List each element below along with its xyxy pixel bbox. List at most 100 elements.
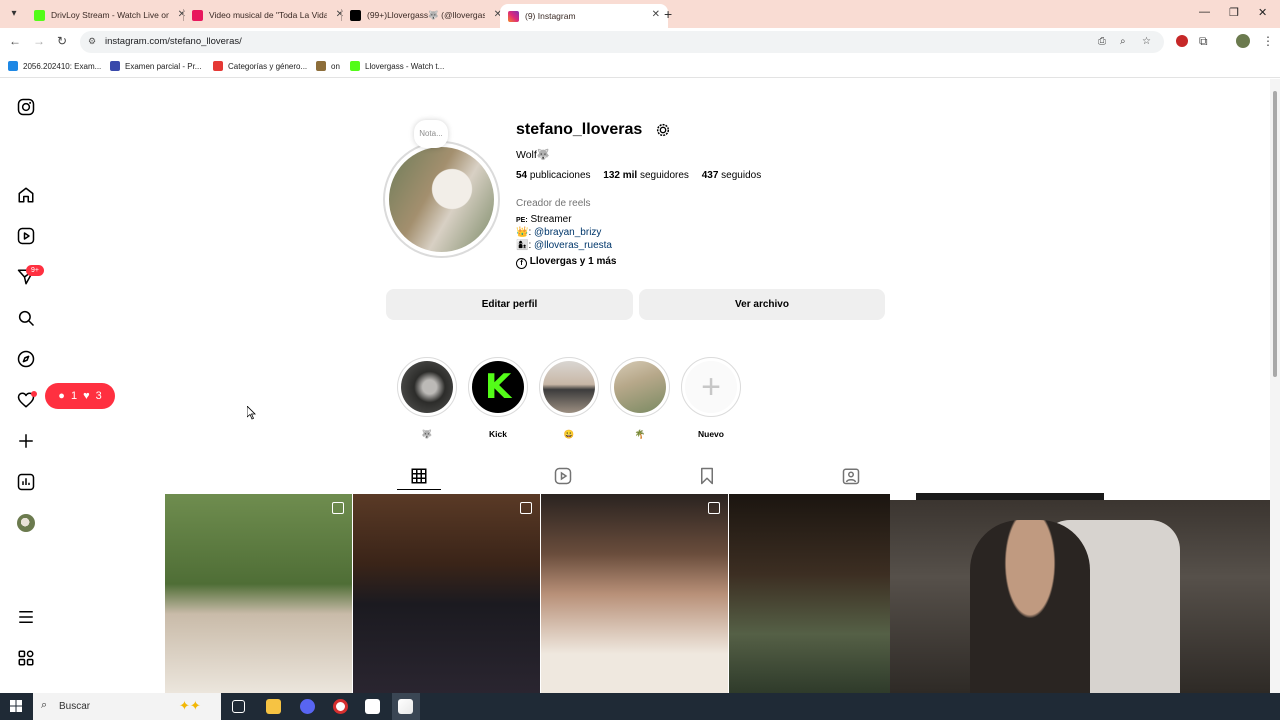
reload-icon[interactable]: ↻	[57, 34, 67, 48]
profile-photo	[389, 147, 494, 252]
webcam-overlay	[890, 500, 1280, 693]
capcut-icon[interactable]	[365, 699, 380, 714]
zoom-icon[interactable]: ⌕	[1120, 36, 1126, 47]
followers-label: seguidores	[640, 170, 689, 181]
sidebar-nav: 9+ ● 1 ♥ 3	[0, 79, 115, 693]
settings-gear-icon[interactable]	[655, 122, 671, 138]
bio-flag-label: PE:	[516, 217, 528, 224]
bookmark-item[interactable]: 2056.202410: Exam...	[8, 61, 101, 71]
restore-icon[interactable]: ❐	[1229, 6, 1239, 19]
bookmark-favicon-icon	[350, 61, 360, 71]
highlight-label: Nuevo	[698, 429, 724, 439]
tab-title: (9) Instagram	[525, 11, 576, 21]
site-info-icon[interactable]: ⚙	[88, 36, 99, 47]
insights-chart-icon[interactable]	[17, 473, 35, 491]
forward-icon[interactable]: →	[33, 34, 45, 48]
kick-favicon-icon	[34, 9, 45, 21]
address-bar[interactable]: ⚙ instagram.com/stefano_lloveras/ ⎙ ⌕ ☆	[80, 31, 1164, 53]
posts-stat: 54 publicaciones	[516, 170, 591, 181]
bookmark-item[interactable]: on	[316, 61, 340, 71]
activity-popup[interactable]: ● 1 ♥ 3	[45, 383, 115, 409]
bookmark-item[interactable]: Categorías y género...	[213, 61, 307, 71]
view-archive-button[interactable]: Ver archivo	[639, 289, 885, 320]
bio-line: 👩‍👦: @lloveras_ruesta	[516, 240, 612, 251]
tagged-icon[interactable]	[842, 467, 860, 485]
scrollbar-thumb[interactable]	[1273, 91, 1277, 377]
reels-tab-icon[interactable]	[554, 467, 572, 485]
task-view-icon[interactable]	[232, 700, 245, 713]
hamburger-menu-icon[interactable]	[17, 608, 35, 626]
story-highlight[interactable]: 😀	[539, 357, 599, 440]
explore-compass-icon[interactable]	[17, 350, 35, 368]
taskbar-search[interactable]: ⌕ Buscar ✦✦	[33, 693, 221, 720]
browser-tab[interactable]: DrivLoy Stream - Watch Live on ✕	[26, 4, 194, 26]
following-count: 437	[701, 170, 719, 181]
obs-icon[interactable]	[333, 699, 348, 714]
posts-label: publicaciones	[529, 170, 591, 181]
active-tab-indicator	[397, 489, 441, 490]
browser-tab-active[interactable]: (9) Instagram ✕	[500, 4, 668, 28]
instagram-logo-icon[interactable]	[17, 98, 35, 116]
mouse-cursor-icon	[247, 406, 256, 420]
bookmark-item[interactable]: Llovergass - Watch t...	[350, 61, 444, 71]
instagram-page: 9+ ● 1 ♥ 3 Nota... stefano_lloveras Wolf…	[0, 79, 1280, 694]
browser-app-icon[interactable]	[398, 699, 413, 714]
highlight-cover	[543, 361, 595, 413]
story-highlight[interactable]: 🐺	[397, 357, 457, 440]
story-highlight[interactable]: 🌴	[610, 357, 670, 440]
install-app-icon[interactable]: ⎙	[1098, 36, 1106, 47]
profile-picture[interactable]	[383, 141, 500, 258]
extensions-icon[interactable]: ⧉	[1199, 34, 1208, 49]
threads-apps-icon[interactable]	[17, 649, 35, 667]
following-label: seguidos	[721, 170, 762, 181]
bio-mention-link[interactable]: @lloveras_ruesta	[534, 240, 612, 251]
reels-icon[interactable]	[17, 227, 35, 245]
bio-emoji: 👑:	[516, 227, 532, 238]
bio-mention-link[interactable]: @brayan_brizy	[534, 227, 601, 238]
profile-avatar[interactable]	[17, 514, 35, 532]
create-plus-icon[interactable]	[17, 432, 35, 450]
browser-tab[interactable]: (99+)Llovergass🐺 (@llovergass ✕	[342, 4, 510, 26]
bio-line[interactable]: f Llovergas y 1 más	[516, 256, 617, 269]
home-icon[interactable]	[17, 186, 35, 204]
following-stat[interactable]: 437 seguidos	[702, 170, 762, 181]
tab-search-icon[interactable]: ▾	[6, 6, 22, 22]
post-thumbnail[interactable]	[541, 494, 728, 694]
page-scrollbar[interactable]	[1270, 79, 1280, 693]
minimize-icon[interactable]: —	[1199, 6, 1210, 18]
bio-emoji: 👩‍👦:	[516, 240, 532, 251]
close-icon[interactable]: ✕	[652, 9, 660, 20]
back-icon[interactable]: ←	[9, 34, 21, 48]
browser-tab[interactable]: Video musical de "Toda La Vida ✕	[184, 4, 352, 26]
windows-taskbar: ⌕ Buscar ✦✦	[0, 693, 1280, 720]
bookmark-star-icon[interactable]: ☆	[1142, 36, 1151, 47]
tab-title: (99+)Llovergass🐺 (@llovergass	[367, 9, 485, 20]
close-window-icon[interactable]: ✕	[1258, 6, 1267, 19]
discord-icon[interactable]	[300, 699, 315, 714]
new-tab-icon[interactable]: +	[664, 6, 672, 22]
url-text: instagram.com/stefano_lloveras/	[105, 36, 242, 47]
opera-extension-icon[interactable]	[1176, 35, 1188, 47]
story-highlight[interactable]: K Kick	[468, 357, 528, 439]
posts-grid-icon[interactable]	[410, 467, 428, 485]
bio-text: Streamer	[530, 214, 572, 225]
file-explorer-icon[interactable]	[266, 699, 281, 714]
note-bubble[interactable]: Nota...	[414, 120, 448, 148]
highlight-label: 🌴	[634, 429, 646, 439]
followers-count: 132 mil	[603, 170, 638, 181]
search-icon: ⌕	[41, 699, 48, 711]
saved-bookmark-icon[interactable]	[698, 467, 716, 485]
followers-stat[interactable]: 132 mil seguidores	[603, 170, 689, 181]
highlight-ring: K	[468, 357, 528, 417]
windows-start-icon[interactable]	[10, 700, 22, 712]
bookmark-item[interactable]: Examen parcial - Pr...	[110, 61, 201, 71]
tab-title: DrivLoy Stream - Watch Live on	[51, 10, 169, 20]
post-thumbnail[interactable]	[165, 494, 352, 694]
new-highlight-button[interactable]: + Nuevo	[681, 357, 741, 439]
edit-profile-button[interactable]: Editar perfil	[386, 289, 633, 320]
menu-kebab-icon[interactable]: ⋮	[1262, 34, 1274, 48]
post-thumbnail[interactable]	[729, 494, 890, 694]
search-icon[interactable]	[17, 309, 35, 327]
post-thumbnail[interactable]	[353, 494, 540, 694]
profile-avatar-icon[interactable]	[1236, 34, 1250, 48]
